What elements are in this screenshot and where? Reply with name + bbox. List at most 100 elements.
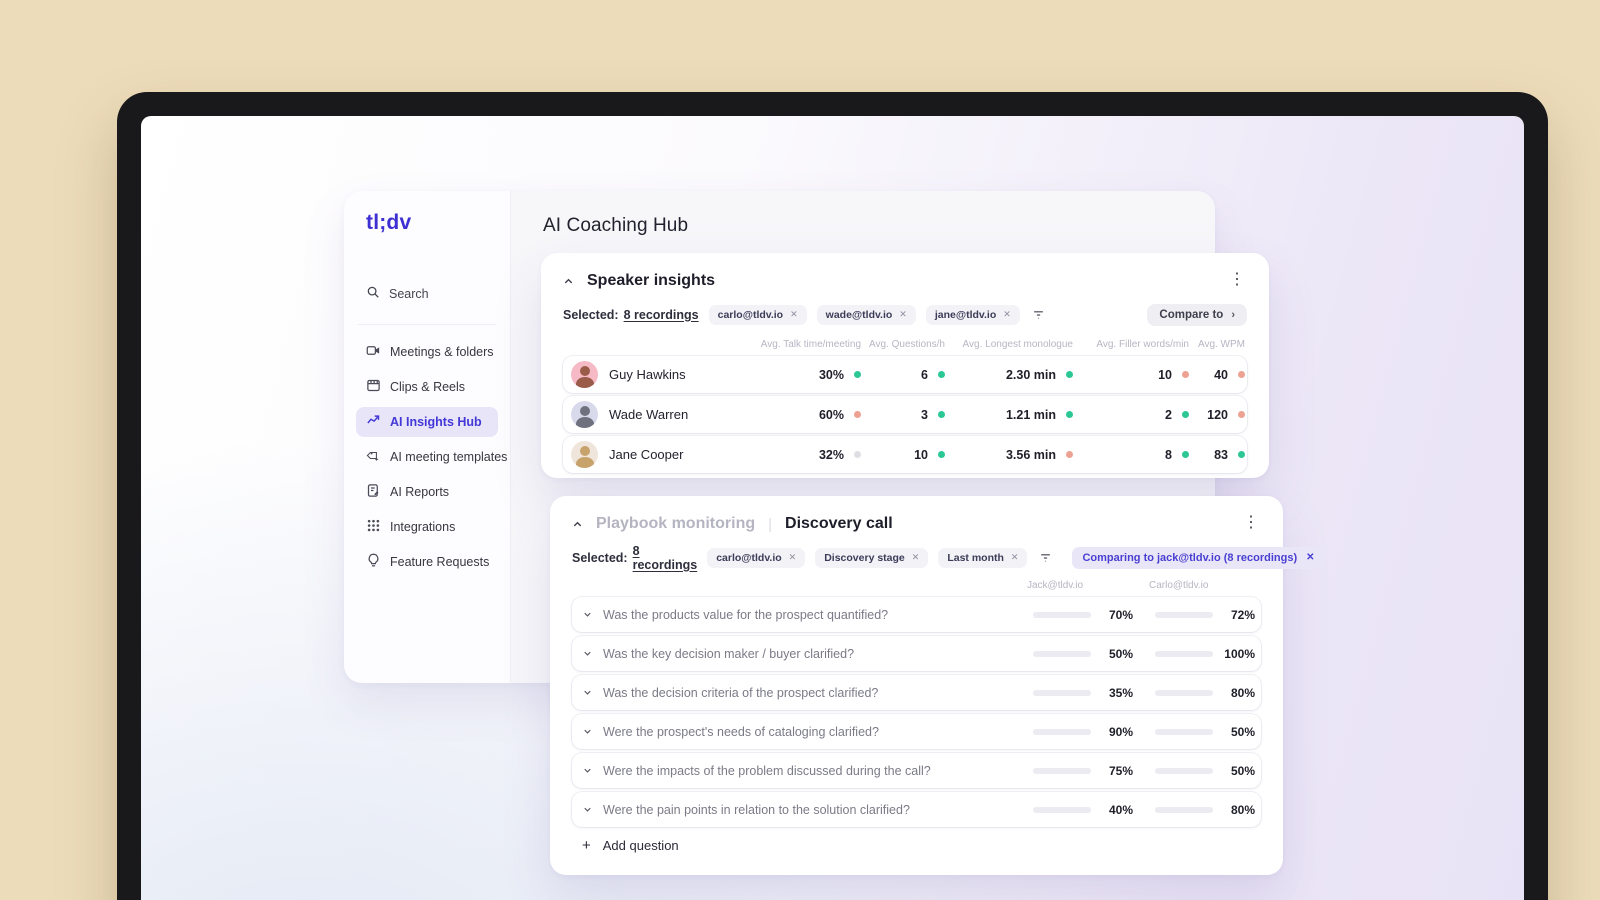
question-text: Was the key decision maker / buyer clari… [603,646,855,661]
score-bar-group: 80% [1147,686,1255,700]
filter-chip-jane[interactable]: jane@tldv.io ✕ [925,304,1020,325]
close-icon[interactable]: ✕ [1003,309,1011,320]
filter-chip-last-month[interactable]: Last month ✕ [938,547,1028,568]
collapse-chevron-up-icon[interactable] [563,276,574,287]
progress-bar [1155,611,1213,618]
score-value: 75% [1108,763,1133,778]
search-icon [366,285,380,302]
score-bar-group: 70% [1025,608,1133,622]
sidebar-item-feature-requests[interactable]: Feature Requests [356,547,498,577]
chevron-down-icon[interactable] [582,804,593,815]
comparing-to-chip[interactable]: Comparing to jack@tldv.io (8 recordings)… [1072,546,1325,569]
chip-label: wade@tldv.io [825,308,893,321]
speaker-insights-header: Speaker insights ⋮ [563,269,1247,293]
chevron-down-icon[interactable] [582,609,593,620]
kebab-menu-icon[interactable]: ⋮ [1223,269,1251,291]
filter-chip-wade[interactable]: wade@tldv.io ✕ [816,304,916,325]
status-dot [854,451,861,458]
sidebar-item-ai-insights-hub[interactable]: AI Insights Hub [356,407,498,437]
status-dot [1066,371,1073,378]
selected-recordings-link[interactable]: 8 recordings [633,544,698,572]
score-bar-group: 100% [1147,647,1255,661]
kebab-menu-icon[interactable]: ⋮ [1237,512,1265,534]
question-row[interactable]: Were the prospect's needs of cataloging … [572,714,1261,749]
question-text: Was the products value for the prospect … [603,607,889,622]
filter-icon[interactable] [1032,308,1045,321]
question-row[interactable]: Was the key decision maker / buyer clari… [572,636,1261,671]
speaker-row-guy-hawkins[interactable]: Guy Hawkins 30% 6 2.30 min 10 40 [563,356,1247,393]
avatar [571,441,598,468]
sidebar-item-ai-meeting-templates[interactable]: AI meeting templates [356,442,507,472]
sidebar-item-label: Meetings & folders [390,345,494,359]
collapse-chevron-up-icon[interactable] [572,519,583,530]
metric-value: 3.56 min [1005,447,1056,462]
video-camera-icon [366,343,381,361]
lightbulb-icon [366,553,381,571]
chevron-right-icon: › [1231,308,1235,321]
score-value: 50% [1230,724,1255,739]
chip-label: carlo@tldv.io [716,551,782,564]
question-row[interactable]: Were the pain points in relation to the … [572,792,1261,827]
speaker-row-jane-cooper[interactable]: Jane Cooper 32% 10 3.56 min 8 83 [563,436,1247,473]
speaker-filter-row: Selected: 8 recordings carlo@tldv.io ✕ w… [563,303,1247,326]
question-row[interactable]: Were the impacts of the problem discusse… [572,753,1261,788]
close-icon[interactable]: ✕ [899,309,907,320]
close-icon[interactable]: ✕ [790,309,798,320]
column-header: Avg. Filler words/min [1096,338,1189,350]
chevron-down-icon[interactable] [582,648,593,659]
sidebar-item-clips-reels[interactable]: Clips & Reels [356,372,498,402]
filter-icon[interactable] [1039,551,1052,564]
column-header: Carlo@tldv.io [1149,579,1209,591]
close-icon[interactable]: ✕ [912,552,920,563]
question-row[interactable]: Was the decision criteria of the prospec… [572,675,1261,710]
score-value: 50% [1108,646,1133,661]
score-bar-group: 80% [1147,803,1255,817]
compare-to-label: Compare to [1159,308,1224,321]
progress-bar [1155,806,1213,813]
metric-value: 30% [818,367,844,382]
status-dot [854,411,861,418]
chevron-down-icon[interactable] [582,687,593,698]
search-button[interactable]: Search [356,279,498,308]
selected-recordings-link[interactable]: 8 recordings [624,308,699,322]
close-icon[interactable]: ✕ [1306,552,1314,563]
score-value: 70% [1108,607,1133,622]
speaker-name-cell: Guy Hawkins [563,361,755,388]
chevron-down-icon[interactable] [582,726,593,737]
playbook-header: Playbook monitoring | Discovery call ⋮ [572,512,1261,536]
sidebar-item-integrations[interactable]: Integrations [356,512,498,542]
sidebar-nav: Meetings & folders Clips & Reels AI Insi… [356,337,507,577]
status-dot [1182,451,1189,458]
compare-to-button[interactable]: Compare to › [1147,303,1247,326]
sidebar-item-label: AI meeting templates [390,450,508,464]
metric-value: 120 [1207,407,1228,422]
sidebar: tl;dv Search Meetings & folders Clips & … [344,191,511,683]
sidebar-item-ai-reports[interactable]: AI Reports [356,477,498,507]
avatar [571,361,598,388]
playbook-question-list: Was the products value for the prospect … [572,597,1261,827]
filter-chip-carlo[interactable]: carlo@tldv.io ✕ [708,304,807,325]
tag-sparkle-icon [366,448,381,466]
close-icon[interactable]: ✕ [1011,552,1019,563]
speaker-row-wade-warren[interactable]: Wade Warren 60% 3 1.21 min 2 120 [563,396,1247,433]
status-dot [1238,411,1245,418]
status-dot [938,451,945,458]
filter-chip-carlo[interactable]: carlo@tldv.io ✕ [707,547,806,568]
search-label: Search [389,286,429,301]
status-dot [1066,451,1073,458]
score-value: 72% [1230,607,1255,622]
score-value: 35% [1108,685,1133,700]
metric-value: 40 [1214,367,1228,382]
add-question-button[interactable]: + Add question [572,837,1261,854]
sidebar-item-label: Integrations [390,520,456,534]
score-value: 50% [1230,763,1255,778]
chevron-down-icon[interactable] [582,765,593,776]
filter-chip-discovery-stage[interactable]: Discovery stage ✕ [815,547,929,568]
sidebar-item-meetings-folders[interactable]: Meetings & folders [356,337,498,367]
status-dot [1182,371,1189,378]
metric-value: 2.30 min [1005,367,1056,382]
sidebar-divider [358,324,496,325]
close-icon[interactable]: ✕ [789,552,797,563]
status-dot [1238,371,1245,378]
question-row[interactable]: Was the products value for the prospect … [572,597,1261,632]
